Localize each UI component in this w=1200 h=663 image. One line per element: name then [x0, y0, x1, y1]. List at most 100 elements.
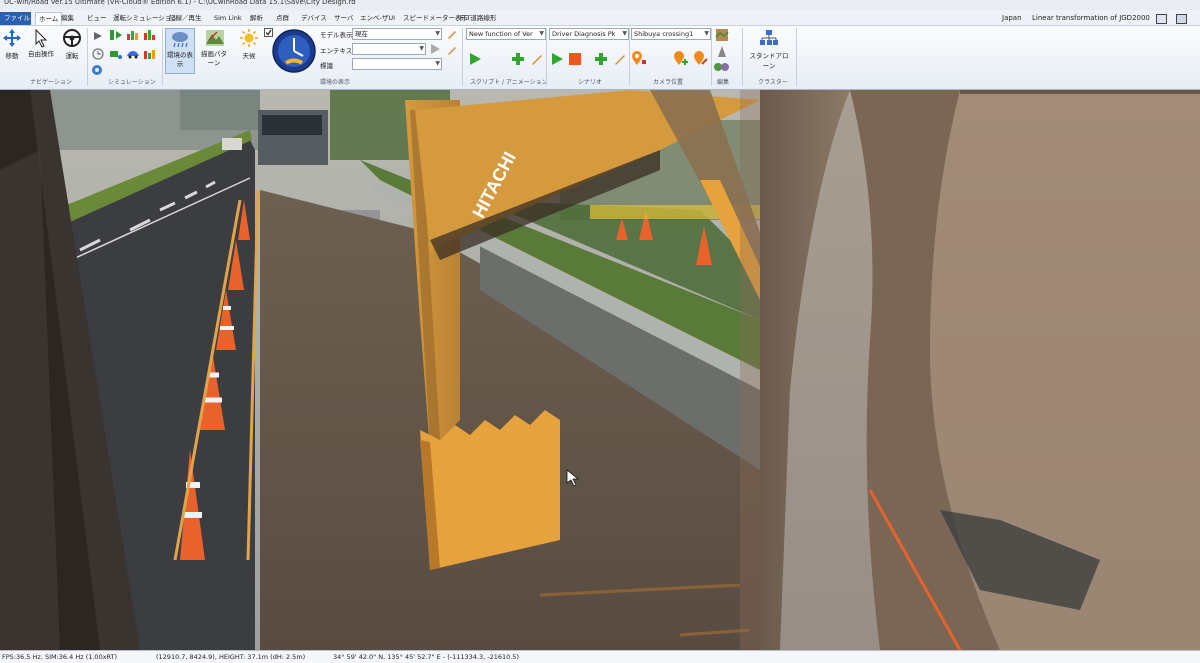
- tab-analysis[interactable]: 解析: [247, 12, 266, 25]
- model-display-select[interactable]: 現在 ▼: [352, 28, 442, 40]
- tab-flt-road[interactable]: FLT道路線形: [457, 12, 499, 25]
- stop-icon[interactable]: [568, 52, 582, 66]
- tree-icon[interactable]: [713, 61, 731, 73]
- truck-window: [262, 115, 322, 135]
- environment-display-button[interactable]: 環境の表示: [165, 28, 195, 74]
- terrain-icon: [206, 30, 224, 46]
- tab-server[interactable]: サーバ: [331, 12, 356, 25]
- chevron-down-icon: ▼: [622, 30, 627, 37]
- play-gray-icon[interactable]: [429, 43, 441, 55]
- pencil-icon[interactable]: [613, 52, 627, 66]
- standalone-button[interactable]: スタンドアローン: [748, 28, 790, 70]
- building: [180, 90, 260, 130]
- play-icon[interactable]: [468, 52, 482, 66]
- move-label: 移動: [5, 52, 19, 60]
- ribbon-separator: [711, 28, 712, 86]
- cone-icon[interactable]: [715, 45, 729, 59]
- weather-label: 天候: [242, 52, 256, 60]
- chevron-down-icon: ▼: [435, 30, 440, 37]
- tab-view[interactable]: ビュー: [84, 12, 110, 25]
- coord-system-label[interactable]: Linear transformation of JGD2000: [1032, 12, 1150, 25]
- pencil-icon[interactable]: [530, 52, 544, 66]
- navigation-group-label: ナビゲーション: [30, 79, 72, 86]
- pencil-icon[interactable]: [446, 28, 458, 40]
- edit-location-icon[interactable]: [693, 50, 709, 66]
- add-icon[interactable]: [594, 52, 608, 66]
- terrain-pattern-button[interactable]: 描画パターン: [200, 28, 230, 68]
- traffic-play-icon[interactable]: [109, 29, 123, 41]
- location-pin-icon[interactable]: [631, 50, 647, 66]
- clock-dial-icon[interactable]: [272, 29, 316, 73]
- steering-wheel-icon: [63, 29, 81, 47]
- tab-point-cloud[interactable]: 点群: [273, 12, 292, 25]
- standalone-label: スタンドアローン: [749, 52, 789, 70]
- traffic-settings-icon[interactable]: [143, 29, 157, 41]
- pencil-icon[interactable]: [446, 44, 458, 56]
- signal-icon[interactable]: [92, 30, 104, 42]
- ribbon-separator: [462, 28, 463, 86]
- chevron-down-icon: ▼: [539, 30, 544, 37]
- script-select[interactable]: New function of Ver ▼: [466, 28, 546, 40]
- model-display-label: モデル表示: [320, 31, 353, 39]
- car-icon[interactable]: [126, 48, 140, 60]
- traffic-graph-icon[interactable]: [143, 48, 157, 60]
- script-value: New function of Ver: [469, 30, 533, 38]
- sun-icon: [240, 29, 258, 47]
- fps-status: FPS:36.5 Hz, SIM:36.4 Hz (1.00xRT): [2, 653, 118, 661]
- tab-edit[interactable]: 編集: [58, 12, 77, 25]
- move-arrows-icon: [3, 29, 21, 47]
- terrain-pattern-label: 描画パターン: [201, 50, 227, 67]
- play-icon[interactable]: [550, 52, 564, 66]
- tab-user-ui[interactable]: エンベ-ザUI: [357, 12, 398, 25]
- elevation-select[interactable]: ▼: [352, 58, 442, 70]
- window-title: UC-win/Road Ver.15 Ultimate (VR-Cloud® E…: [4, 0, 356, 6]
- distant-car: [222, 138, 242, 150]
- rain-cloud-icon: [172, 32, 188, 48]
- texture-select[interactable]: ▼: [352, 43, 426, 55]
- free-operation-label: 自由操作: [28, 50, 54, 58]
- chevron-down-icon: ▼: [419, 45, 424, 52]
- environment-display-label: 環境の表示: [167, 51, 193, 68]
- model-display-value: 現在: [355, 30, 368, 38]
- move-button[interactable]: 移動: [1, 28, 23, 60]
- timer-icon[interactable]: [92, 48, 104, 60]
- edit-group-label: 編集: [717, 79, 730, 86]
- chevron-down-icon: ▼: [704, 30, 709, 37]
- ribbon-toolbar: 移動 自由操作 運転 ナビゲーション シミュレーション 環境の表示 描画パターン…: [0, 26, 1200, 90]
- tab-record-playback[interactable]: 記録／再生: [166, 12, 205, 25]
- ribbon-separator: [162, 28, 163, 86]
- weather-button[interactable]: 天候: [236, 28, 262, 60]
- tab-device[interactable]: デバイス: [298, 12, 330, 25]
- gear-icon[interactable]: [90, 63, 104, 77]
- excavator-cab-scene: HITACHI: [0, 90, 1200, 650]
- traffic-bars-icon[interactable]: [126, 29, 140, 41]
- environment-group-label: 環境の表示: [320, 79, 351, 86]
- add-icon[interactable]: [511, 52, 525, 66]
- tab-sim-link[interactable]: Sim Link: [211, 12, 245, 25]
- ribbon-separator: [629, 28, 630, 86]
- save-icon[interactable]: [1176, 14, 1187, 24]
- drive-button[interactable]: 運転: [60, 28, 84, 60]
- scenario-value: Driver Diagnosis Pk: [552, 30, 616, 38]
- window-icon[interactable]: [1156, 14, 1167, 24]
- camera-group-label: カメラ位置: [653, 79, 684, 86]
- ribbon-separator: [742, 28, 743, 86]
- ribbon-separator: [546, 28, 547, 86]
- 3d-viewport[interactable]: HITACHI: [0, 90, 1200, 650]
- camera-position-value: Shibuya crossing1: [634, 30, 694, 38]
- drive-label: 運転: [65, 52, 79, 60]
- region-label: Japan: [1002, 14, 1022, 22]
- scenario-group-label: シナリオ: [578, 79, 603, 86]
- add-location-icon[interactable]: [673, 50, 689, 66]
- simulation-group-label: シミュレーション: [108, 79, 156, 86]
- vehicle-icon[interactable]: [109, 48, 123, 60]
- position-status: (12910.7, 8424.9), HEIGHT: 37.1m (dH: 2.…: [156, 653, 306, 661]
- map-icon[interactable]: [715, 28, 729, 42]
- camera-position-select[interactable]: Shibuya crossing1 ▼: [631, 28, 711, 40]
- file-menu[interactable]: ファイル: [0, 12, 31, 25]
- scenario-select[interactable]: Driver Diagnosis Pk ▼: [549, 28, 629, 40]
- status-bar: FPS:36.5 Hz, SIM:36.4 Hz (1.00xRT) (1291…: [0, 650, 1200, 663]
- free-operation-button[interactable]: 自由操作: [27, 28, 55, 59]
- script-group-label: スクリプト / アニメーション: [470, 79, 548, 86]
- ribbon-separator: [87, 28, 88, 86]
